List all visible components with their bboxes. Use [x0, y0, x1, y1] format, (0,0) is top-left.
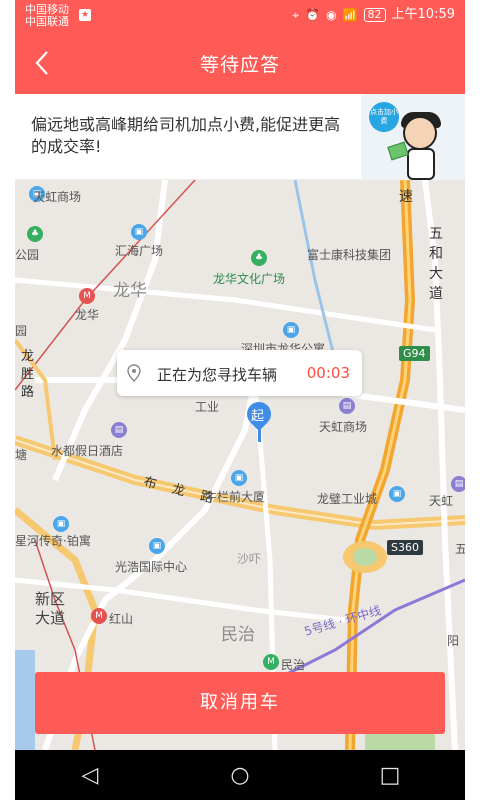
searching-text: 正在为您寻找车辆	[157, 366, 278, 384]
eye-icon: ◉	[326, 8, 337, 22]
battery-indicator: 82	[363, 8, 386, 22]
status-bar: 中国移动 中国联通 ★ ⌖ ⏰ ◉ 📶 82 上午10:59	[15, 0, 465, 32]
poi-icon: ▣	[231, 470, 247, 486]
poi-icon: ▣	[149, 538, 165, 554]
poi-icon: ▤	[111, 422, 127, 438]
map-label: 富士康科技集团	[307, 248, 392, 262]
nav-back-icon[interactable]: ◁	[70, 763, 110, 788]
location-icon: ⌖	[292, 8, 300, 22]
map-label: 天虹商场	[319, 420, 368, 434]
metro-icon: M	[91, 608, 107, 624]
page-title: 等待应答	[199, 54, 280, 76]
poi-icon: ▣	[53, 516, 69, 532]
poi-icon: ♣	[251, 250, 267, 266]
map-label: 园	[15, 324, 28, 338]
map-label: 天虹商场	[33, 190, 82, 204]
map-view[interactable]: ▣ 天虹商场 ▣ 汇海广场 龙华 ♣ 龙华文化广场 富士康科技集团 M 龙华 ▣…	[15, 180, 465, 750]
map-label: 民治	[281, 658, 306, 672]
poi-icon: ▣	[389, 486, 405, 502]
nav-recents-icon[interactable]: □	[370, 763, 410, 788]
road-label: 五和大道	[429, 226, 443, 302]
system-nav-bar: ◁ ○ □	[15, 750, 465, 800]
map-label: 星河传奇·铂寓	[15, 534, 91, 548]
notification-icon: ★	[79, 9, 91, 21]
status-right: ⌖ ⏰ ◉ 📶 82 上午10:59	[292, 8, 455, 22]
wait-timer: 00:03	[306, 364, 350, 382]
cancel-ride-button[interactable]: 取消用车	[35, 672, 445, 734]
map-label: 五	[455, 542, 465, 556]
highway-shield: S360	[387, 540, 423, 555]
highway-shield: G94	[399, 346, 430, 361]
map-label: 牛栏前大厦	[205, 490, 266, 504]
carrier-names: 中国移动 中国联通	[25, 4, 69, 28]
park-icon: ♣	[27, 226, 43, 242]
map-label: 工业	[195, 400, 220, 414]
start-pin-label: 起	[251, 409, 265, 424]
map-label: 龙华	[113, 281, 147, 301]
top-app-bar: 等待应答	[15, 32, 465, 94]
map-label: 公园	[15, 248, 40, 262]
nav-home-icon[interactable]: ○	[220, 763, 260, 788]
map-label: 红山	[109, 612, 134, 626]
start-pin: 起	[242, 397, 276, 446]
poi-icon: ▣	[283, 322, 299, 338]
map-roads	[15, 180, 465, 750]
map-label: 天虹	[429, 494, 454, 508]
cartoon-head	[403, 116, 437, 150]
cartoon-body	[407, 148, 435, 180]
map-label: 汇海广场	[115, 244, 164, 258]
map-label: 龙璧工业城	[317, 492, 378, 506]
poi-icon: ▤	[339, 398, 355, 414]
metro-icon: M	[263, 654, 279, 670]
tip-illustration[interactable]: 点击加小费	[361, 94, 465, 180]
map-label: 阳	[447, 634, 460, 648]
app-frame: 中国移动 中国联通 ★ ⌖ ⏰ ◉ 📶 82 上午10:59 等待应答 偏远地或…	[15, 0, 465, 800]
searching-status-card: 正在为您寻找车辆 00:03	[117, 350, 362, 396]
start-pin-stem	[258, 424, 261, 442]
alarm-icon: ⏰	[305, 8, 321, 22]
map-label: 沙吓	[237, 552, 262, 566]
carrier-2: 中国联通	[25, 15, 69, 28]
map-label: 光浩国际中心	[115, 560, 188, 574]
poi-icon: ▤	[451, 476, 465, 492]
road-label: 龙胜路	[21, 349, 35, 400]
road-label: 新区大道	[35, 590, 66, 627]
clock: 上午10:59	[391, 7, 455, 22]
tip-text: 偏远地或高峰期给司机加点小费,能促进更高的成交率!	[31, 115, 341, 156]
poi-icon: ▣	[131, 224, 147, 240]
tip-banner[interactable]: 偏远地或高峰期给司机加点小费,能促进更高的成交率! 点击加小费	[15, 94, 465, 180]
metro-icon: M	[79, 288, 95, 304]
map-label: 民治	[221, 625, 255, 645]
map-label: 塘	[15, 448, 28, 462]
money-icon	[387, 141, 409, 161]
location-pin-icon	[127, 364, 141, 382]
map-label: 龙华	[75, 308, 100, 322]
map-label: 速	[399, 189, 413, 205]
wifi-icon: 📶	[342, 8, 358, 22]
map-label: 龙华文化广场	[213, 272, 286, 286]
map-label: 水都假日酒店	[51, 444, 124, 458]
add-tip-bubble[interactable]: 点击加小费	[369, 102, 399, 132]
